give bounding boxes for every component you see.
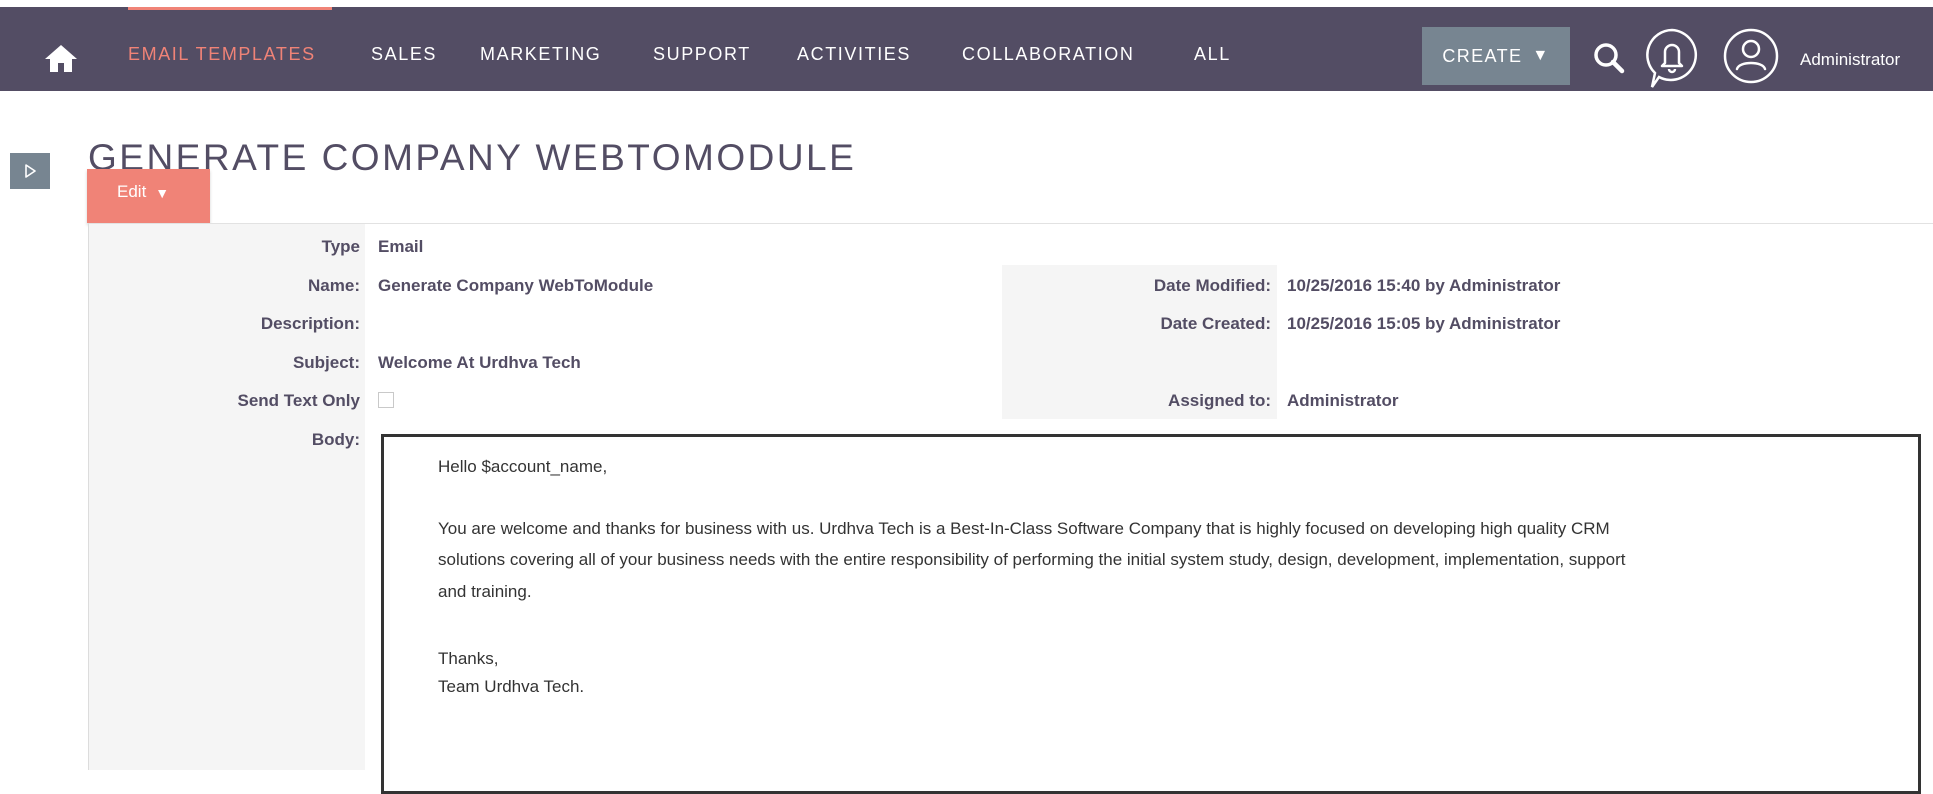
date-created-value: 10/25/2016 15:05 by Administrator xyxy=(1287,314,1561,333)
body-label: Body: xyxy=(311,430,360,449)
nav-sales[interactable]: SALES xyxy=(371,44,437,65)
send-text-only-label: Send Text Only xyxy=(237,391,361,410)
assigned-to-value[interactable]: Administrator xyxy=(1287,391,1398,411)
type-label: Type xyxy=(321,237,360,256)
nav-support[interactable]: SUPPORT xyxy=(653,44,751,65)
body-paragraph-line: solutions covering all of your business … xyxy=(438,550,1626,569)
description-label: Description: xyxy=(260,314,360,333)
nav-all[interactable]: ALL xyxy=(1194,44,1231,65)
name-label: Name: xyxy=(308,276,360,295)
create-button[interactable]: CREATE ▼ xyxy=(1422,27,1570,85)
bell-icon[interactable] xyxy=(1643,27,1701,91)
body-signature: Team Urdhva Tech. xyxy=(438,677,585,696)
active-tab-indicator xyxy=(128,7,332,10)
create-button-label: CREATE xyxy=(1442,45,1523,66)
date-modified-label: Date Modified: xyxy=(1153,276,1271,295)
body-greeting: Hello $account_name, xyxy=(438,457,608,476)
nav-activities[interactable]: ACTIVITIES xyxy=(797,44,911,65)
type-value: Email xyxy=(378,237,424,256)
sidebar-toggle-button[interactable] xyxy=(10,153,50,189)
assigned-to-label: Assigned to: xyxy=(1168,391,1271,410)
body-paragraph-line: and training. xyxy=(438,582,532,601)
date-created-label: Date Created: xyxy=(1160,314,1271,333)
search-icon[interactable] xyxy=(1592,41,1626,75)
send-text-only-checkbox[interactable] xyxy=(378,392,394,408)
subject-value: Welcome At Urdhva Tech xyxy=(378,353,581,372)
chevron-down-icon: ▼ xyxy=(155,185,170,201)
chevron-down-icon: ▼ xyxy=(1532,47,1550,64)
user-icon[interactable] xyxy=(1722,27,1780,85)
name-value: Generate Company WebToModule xyxy=(378,276,654,295)
nav-collaboration[interactable]: COLLABORATION xyxy=(962,44,1135,65)
label-column xyxy=(89,224,365,770)
subject-label: Subject: xyxy=(292,353,360,372)
edit-button-label: Edit xyxy=(117,182,147,201)
user-name[interactable]: Administrator xyxy=(1800,50,1900,70)
home-icon[interactable] xyxy=(44,43,78,73)
body-closing: Thanks, xyxy=(438,649,499,668)
body-paragraph-line: You are welcome and thanks for business … xyxy=(438,519,1610,538)
date-modified-value: 10/25/2016 15:40 by Administrator xyxy=(1287,276,1561,295)
edit-button[interactable]: Edit ▼ xyxy=(87,169,210,223)
expand-arrow-icon xyxy=(25,164,36,178)
top-navigation-bar: EMAIL TEMPLATES SALES MARKETING SUPPORT … xyxy=(0,7,1933,91)
nav-marketing[interactable]: MARKETING xyxy=(480,44,601,65)
nav-email-templates[interactable]: EMAIL TEMPLATES xyxy=(128,44,316,65)
email-body-frame xyxy=(381,434,1921,794)
